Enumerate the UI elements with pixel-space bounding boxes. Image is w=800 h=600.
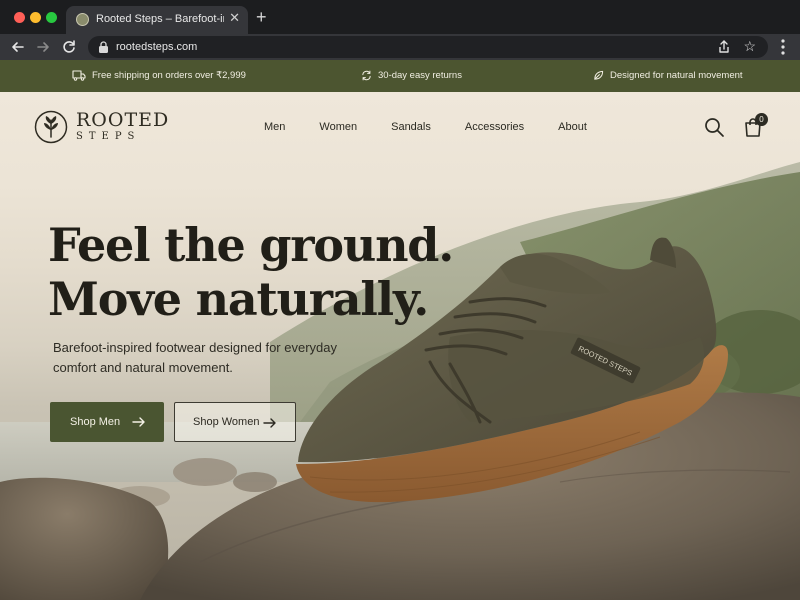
reload-icon[interactable] — [59, 37, 79, 57]
forward-arrow-icon[interactable] — [33, 37, 53, 57]
browser-menu-icon[interactable] — [778, 38, 788, 56]
new-tab-button[interactable]: + — [256, 8, 267, 26]
cart-count-badge: 0 — [755, 113, 768, 126]
nav-link-men[interactable]: Men — [264, 121, 285, 133]
truck-icon — [72, 70, 86, 81]
lock-icon — [99, 41, 108, 53]
shop-women-button[interactable]: Shop Women — [174, 402, 296, 442]
nav-link-about[interactable]: About — [558, 121, 587, 133]
share-icon[interactable] — [716, 39, 732, 55]
leaf-icon — [594, 70, 604, 80]
search-icon[interactable] — [703, 116, 725, 138]
shop-women-label: Shop Women — [193, 416, 260, 428]
browser-tab-bar: Rooted Steps – Barefoot-inspired ✕ + — [0, 0, 800, 34]
announce-movement-text: Designed for natural movement — [610, 70, 743, 81]
main-navigation: Men Women Sandals Accessories About — [264, 121, 621, 133]
nav-link-accessories[interactable]: Accessories — [465, 121, 524, 133]
announce-shipping: Free shipping on orders over ₹2,999 — [72, 70, 246, 81]
announce-returns: 30-day easy returns — [361, 70, 462, 81]
browser-toolbar: rootedsteps.com ☆ — [0, 34, 800, 60]
hero-title-line-2: Move naturally. — [48, 272, 429, 326]
favicon-icon — [76, 13, 89, 26]
site-logo[interactable]: ROOTED STEPS — [34, 110, 169, 144]
hero-section: ROOTED STEPS ROOTED STEPS Men Women Sand… — [0, 92, 800, 600]
address-bar[interactable]: rootedsteps.com ☆ — [88, 36, 768, 58]
announce-shipping-text: Free shipping on orders over ₹2,999 — [92, 70, 246, 81]
tab-title: Rooted Steps – Barefoot-inspired — [96, 13, 224, 25]
shop-men-label: Shop Men — [70, 416, 121, 428]
tab-close-icon[interactable]: ✕ — [229, 11, 240, 25]
arrow-right-icon — [263, 418, 276, 428]
nav-link-sandals[interactable]: Sandals — [391, 121, 431, 133]
arrow-right-icon — [132, 417, 145, 427]
nav-link-women[interactable]: Women — [319, 121, 357, 133]
url-text: rootedsteps.com — [116, 41, 198, 53]
browser-tab[interactable]: Rooted Steps – Barefoot-inspired ✕ — [66, 6, 248, 34]
hero-subtitle: Barefoot-inspired footwear designed for … — [53, 340, 337, 375]
returns-icon — [362, 70, 371, 81]
logo-leaf-icon — [34, 110, 68, 144]
window-close-button[interactable] — [14, 12, 25, 23]
announce-returns-text: 30-day easy returns — [378, 70, 462, 81]
window-minimize-button[interactable] — [30, 12, 41, 23]
announce-movement: Designed for natural movement — [593, 70, 743, 81]
logo-word-steps: STEPS — [76, 131, 141, 142]
logo-word-rooted: ROOTED — [76, 109, 170, 131]
announcement-bar: Free shipping on orders over ₹2,999 30-d… — [0, 60, 800, 92]
bookmark-star-icon[interactable]: ☆ — [743, 38, 756, 54]
shop-men-button[interactable]: Shop Men — [50, 402, 164, 442]
back-arrow-icon[interactable] — [8, 37, 28, 57]
logo-wordmark: ROOTED STEPS — [76, 111, 169, 143]
window-zoom-button[interactable] — [46, 12, 57, 23]
hero-title-line-1: Feel the ground. — [48, 218, 454, 272]
hero-title: Feel the ground. Move naturally. — [48, 218, 454, 326]
